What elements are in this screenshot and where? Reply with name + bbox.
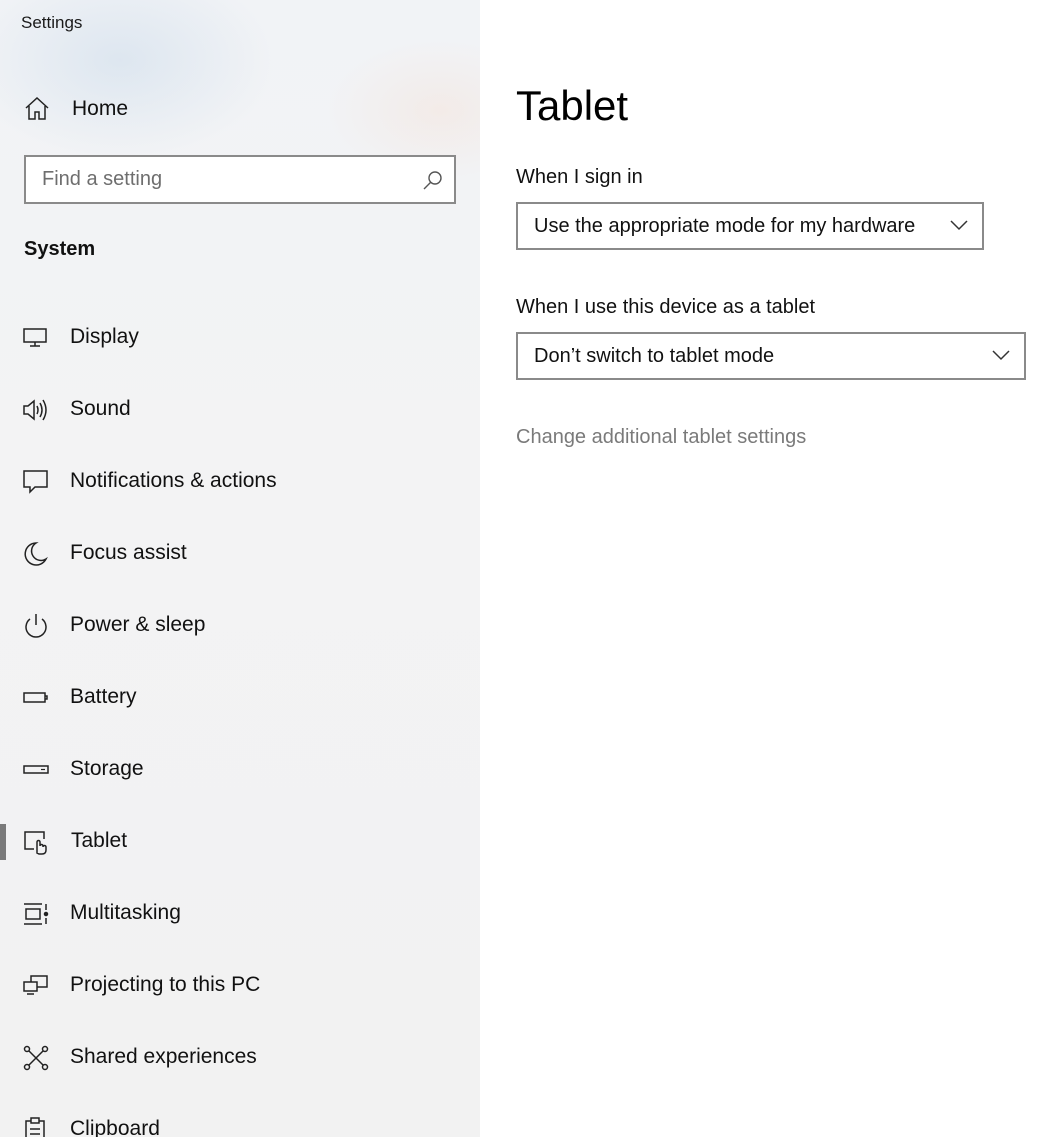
battery-icon bbox=[22, 685, 50, 711]
sidebar-item-label: Display bbox=[70, 325, 139, 348]
sidebar-item-sound[interactable]: Sound bbox=[0, 386, 480, 434]
sidebar-item-label: Power & sleep bbox=[70, 613, 206, 636]
sidebar-item-clipboard[interactable]: Clipboard bbox=[0, 1106, 480, 1137]
settings-window: Settings Home Find a setting System Disp… bbox=[0, 0, 1046, 1137]
home-icon bbox=[24, 96, 50, 122]
power-icon bbox=[22, 613, 50, 639]
sidebar-item-battery[interactable]: Battery bbox=[0, 674, 480, 722]
tablet-mode-value: Don’t switch to tablet mode bbox=[534, 345, 775, 367]
sidebar-item-label: Sound bbox=[70, 397, 131, 420]
additional-tablet-settings-link[interactable]: Change additional tablet settings bbox=[516, 426, 806, 449]
sidebar-item-label: Shared experiences bbox=[70, 1045, 257, 1068]
sidebar-item-power-sleep[interactable]: Power & sleep bbox=[0, 602, 480, 650]
section-title: System bbox=[24, 238, 96, 260]
chevron-down-icon bbox=[992, 349, 1010, 361]
sign-in-mode-dropdown[interactable]: Use the appropriate mode for my hardware bbox=[516, 202, 984, 250]
search-input[interactable]: Find a setting bbox=[24, 155, 456, 204]
app-title: Settings bbox=[21, 13, 83, 32]
speaker-icon bbox=[22, 397, 50, 423]
tablet-mode-dropdown[interactable]: Don’t switch to tablet mode bbox=[516, 332, 1026, 380]
sign-in-mode-value: Use the appropriate mode for my hardware bbox=[534, 215, 916, 237]
shared-experiences-icon bbox=[22, 1045, 50, 1071]
sidebar-item-shared-experiences[interactable]: Shared experiences bbox=[0, 1034, 480, 1082]
sidebar-item-label: Notifications & actions bbox=[70, 469, 277, 492]
sign-in-label: When I sign in bbox=[516, 166, 643, 188]
main-content: Tablet When I sign in Use the appropriat… bbox=[480, 0, 1046, 1137]
storage-icon bbox=[22, 757, 50, 783]
sidebar-item-storage[interactable]: Storage bbox=[0, 746, 480, 794]
sidebar-item-notifications[interactable]: Notifications & actions bbox=[0, 458, 480, 506]
sidebar-item-label: Battery bbox=[70, 685, 137, 708]
tablet-icon bbox=[22, 829, 50, 855]
display-icon bbox=[22, 325, 50, 351]
multitasking-icon bbox=[22, 901, 50, 927]
clipboard-icon bbox=[22, 1117, 50, 1137]
sidebar-item-label: Clipboard bbox=[70, 1117, 160, 1137]
home-label: Home bbox=[72, 97, 129, 120]
sidebar-item-label: Storage bbox=[70, 757, 144, 780]
search-placeholder: Find a setting bbox=[42, 168, 163, 190]
tablet-use-label: When I use this device as a tablet bbox=[516, 296, 816, 318]
sidebar-item-display[interactable]: Display bbox=[0, 314, 480, 362]
sidebar-item-label: Multitasking bbox=[70, 901, 181, 924]
sidebar-item-projecting[interactable]: Projecting to this PC bbox=[0, 962, 480, 1010]
sidebar-item-label: Projecting to this PC bbox=[70, 973, 261, 996]
sidebar: Settings Home Find a setting System Disp… bbox=[0, 0, 480, 1137]
sidebar-item-tablet[interactable]: Tablet bbox=[0, 818, 480, 866]
chevron-down-icon bbox=[950, 219, 968, 231]
moon-icon bbox=[22, 541, 50, 567]
sidebar-item-focus-assist[interactable]: Focus assist bbox=[0, 530, 480, 578]
notification-icon bbox=[22, 469, 50, 495]
sidebar-item-multitasking[interactable]: Multitasking bbox=[0, 890, 480, 938]
projecting-icon bbox=[22, 973, 50, 999]
home-nav-item[interactable]: Home bbox=[24, 92, 128, 126]
search-icon[interactable] bbox=[422, 169, 444, 191]
sidebar-item-label: Focus assist bbox=[70, 541, 187, 564]
sidebar-item-label: Tablet bbox=[71, 829, 128, 852]
page-title: Tablet bbox=[516, 82, 629, 129]
